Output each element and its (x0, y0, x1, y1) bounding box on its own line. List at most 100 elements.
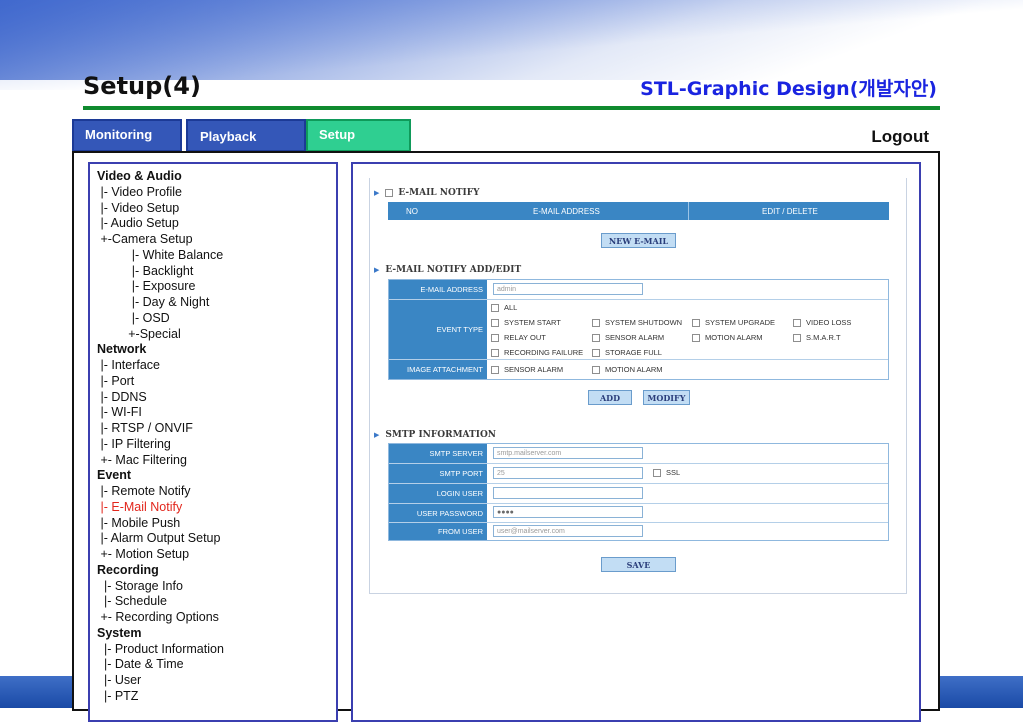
checkbox[interactable] (592, 334, 600, 343)
attach-motion-alarm-option[interactable]: MOTION ALARM (592, 365, 663, 375)
sidebar-item[interactable]: +- Motion Setup (97, 547, 224, 563)
event-system-upgrade-option[interactable]: SYSTEM UPGRADE (692, 318, 776, 328)
checkbox[interactable] (491, 304, 499, 313)
modify-button[interactable]: MODIFY (643, 390, 690, 405)
event-motion-alarm-option[interactable]: MOTION ALARM (692, 333, 763, 343)
sidebar-item[interactable]: |- Product Information (97, 642, 224, 658)
logout-link[interactable]: Logout (871, 127, 929, 147)
column-email-address: E-MAIL ADDRESS (533, 207, 600, 216)
option-label: RELAY OUT (504, 333, 546, 342)
event-relay-out-option[interactable]: RELAY OUT (491, 333, 546, 343)
sidebar-item[interactable]: |- Backlight (97, 264, 224, 280)
checkbox[interactable] (491, 319, 499, 328)
option-label: SYSTEM START (504, 318, 561, 327)
login-user-input[interactable] (493, 487, 643, 499)
attach-sensor-alarm-option[interactable]: SENSOR ALARM (491, 365, 563, 375)
sidebar-section-heading: Video & Audio (97, 169, 182, 183)
checkbox[interactable] (592, 366, 600, 375)
add-edit-section: ▶ E-MAIL NOTIFY ADD/EDIT (374, 265, 521, 275)
option-label: RECORDING FAILURE (504, 348, 584, 357)
checkbox[interactable] (793, 334, 801, 343)
event-recording-failure-option[interactable]: RECORDING FAILURE (491, 348, 584, 358)
ssl-option[interactable]: SSL (653, 468, 681, 478)
event-sensor-alarm-option[interactable]: SENSOR ALARM (592, 333, 664, 343)
smtp-port-input[interactable]: 25 (493, 467, 643, 479)
checkbox[interactable] (793, 319, 801, 328)
option-label: VIDEO LOSS (806, 318, 852, 327)
column-no: NO (406, 207, 418, 216)
checkbox[interactable] (692, 334, 700, 343)
option-label: S.M.A.R.T (806, 333, 841, 342)
option-label: SSL (666, 468, 681, 477)
event-video-loss-option[interactable]: VIDEO LOSS (793, 318, 852, 328)
tab-setup[interactable]: Setup (306, 119, 411, 152)
sidebar-item[interactable]: |- White Balance (97, 248, 224, 264)
sidebar-item[interactable]: +- Mac Filtering (97, 453, 224, 469)
sidebar-item[interactable]: |- Storage Info (97, 579, 224, 595)
sidebar-item[interactable]: |- DDNS (97, 390, 224, 406)
sidebar-item[interactable]: |- Audio Setup (97, 216, 224, 232)
sidebar-item[interactable]: |- Mobile Push (97, 516, 224, 532)
sidebar-item[interactable]: |- RTSP / ONVIF (97, 421, 224, 437)
tab-monitoring[interactable]: Monitoring (72, 119, 182, 152)
sidebar-item[interactable]: |- OSD (97, 311, 224, 327)
option-label: ALL (504, 303, 518, 312)
sidebar-item[interactable]: |- Alarm Output Setup (97, 531, 224, 547)
event-smart-option[interactable]: S.M.A.R.T (793, 333, 841, 343)
new-email-button[interactable]: NEW E-MAIL (601, 233, 676, 248)
sidebar-item[interactable]: |- Video Setup (97, 201, 224, 217)
sidebar-item[interactable]: |- IP Filtering (97, 437, 224, 453)
page-title: Setup(4) (83, 72, 201, 100)
email-address-label: E-MAIL ADDRESS (389, 280, 487, 299)
email-notify-checkbox[interactable] (385, 188, 394, 197)
section-arrow-icon: ▶ (374, 430, 380, 439)
sidebar-item[interactable]: |- Remote Notify (97, 484, 224, 500)
sidebar-item[interactable]: |- Port (97, 374, 224, 390)
sidebar-item[interactable]: |- Exposure (97, 279, 224, 295)
from-user-label: FROM USER (389, 523, 487, 540)
sidebar-item[interactable]: |- E-Mail Notify (97, 500, 224, 516)
checkbox[interactable] (653, 469, 661, 478)
tab-playback[interactable]: Playback (186, 119, 306, 152)
event-system-shutdown-option[interactable]: SYSTEM SHUTDOWN (592, 318, 682, 328)
sidebar-nav: Video & Audio |- Video Profile |- Video … (97, 169, 224, 705)
user-password-input[interactable]: ●●●● (493, 506, 643, 518)
login-user-label: LOGIN USER (389, 484, 487, 503)
sidebar-item[interactable]: +-Camera Setup (97, 232, 224, 248)
image-attachment-label: IMAGE ATTACHMENT (389, 360, 487, 379)
sidebar-item[interactable]: +- Recording Options (97, 610, 224, 626)
sidebar-item[interactable]: |- WI-FI (97, 405, 224, 421)
sidebar-item[interactable]: |- Date & Time (97, 657, 224, 673)
option-label: SYSTEM UPGRADE (705, 318, 776, 327)
sidebar-item[interactable]: |- Day & Night (97, 295, 224, 311)
event-storage-full-option[interactable]: STORAGE FULL (592, 348, 662, 358)
checkbox[interactable] (592, 319, 600, 328)
email-address-input[interactable]: admin (493, 283, 643, 295)
page-subtitle: STL-Graphic Design(개발자안) (640, 78, 937, 100)
checkbox[interactable] (692, 319, 700, 328)
option-label: MOTION ALARM (705, 333, 763, 342)
smtp-port-label: SMTP PORT (389, 464, 487, 483)
add-button[interactable]: ADD (588, 390, 632, 405)
save-button[interactable]: SAVE (601, 557, 676, 572)
checkbox[interactable] (592, 349, 600, 358)
sidebar-item[interactable]: |- User (97, 673, 224, 689)
from-user-input[interactable]: user@mailserver.com (493, 525, 643, 537)
event-system-start-option[interactable]: SYSTEM START (491, 318, 561, 328)
smtp-label: SMTP INFORMATION (385, 430, 497, 440)
sidebar-item[interactable]: |- Video Profile (97, 185, 224, 201)
section-arrow-icon: ▶ (374, 188, 380, 197)
email-notify-label: E-MAIL NOTIFY (398, 188, 480, 198)
column-edit-delete: EDIT / DELETE (762, 207, 818, 216)
title-divider (83, 106, 940, 110)
checkbox[interactable] (491, 349, 499, 358)
sidebar-item[interactable]: |- PTZ (97, 689, 224, 705)
smtp-server-input[interactable]: smtp.mailserver.com (493, 447, 643, 459)
sidebar-item[interactable]: |- Schedule (97, 594, 224, 610)
event-all-option[interactable]: ALL (491, 303, 518, 313)
checkbox[interactable] (491, 334, 499, 343)
sidebar-item[interactable]: |- Interface (97, 358, 224, 374)
sidebar-item[interactable]: +-Special (97, 327, 224, 343)
option-label: MOTION ALARM (605, 365, 663, 374)
checkbox[interactable] (491, 366, 499, 375)
